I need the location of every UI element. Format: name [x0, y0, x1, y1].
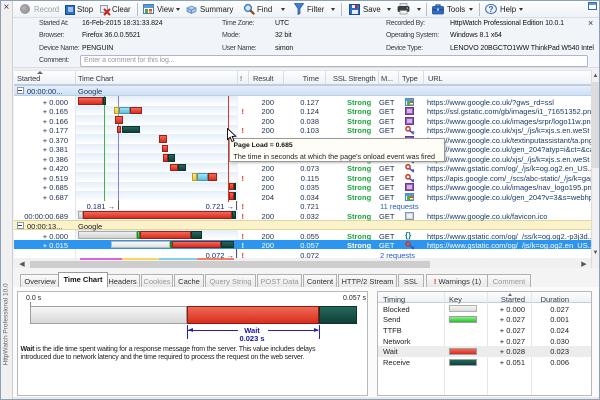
svg-text:?: ?: [489, 5, 494, 14]
